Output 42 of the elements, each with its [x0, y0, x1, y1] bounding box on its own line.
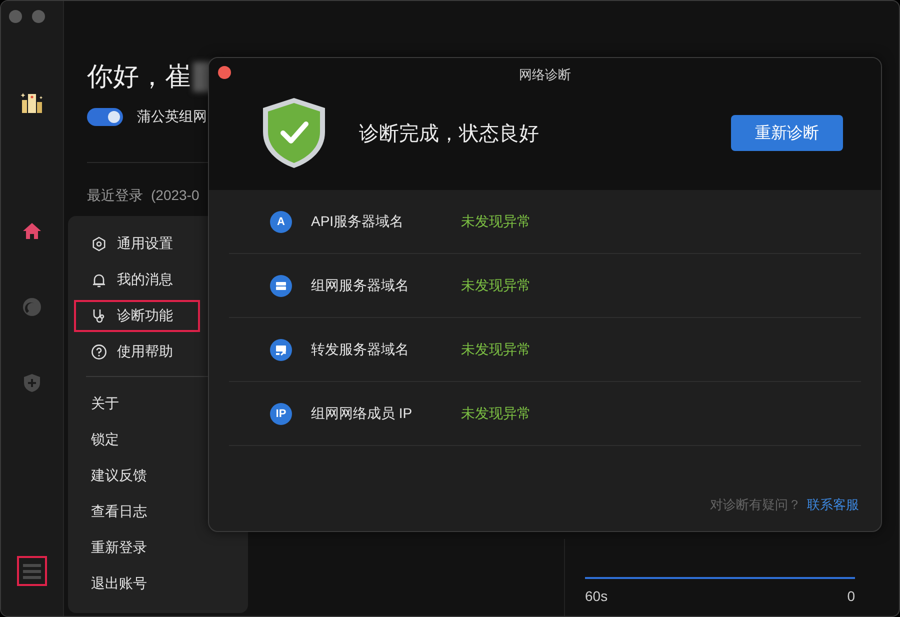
- letter-badge-icon: A: [270, 210, 292, 232]
- axis-label: 0: [847, 588, 855, 604]
- menu-item[interactable]: 重新登录: [68, 529, 248, 565]
- recent-login-label: 最近登录: [87, 187, 143, 205]
- home-icon[interactable]: [22, 221, 42, 241]
- settings-icon: [91, 236, 107, 252]
- shield-check-icon: [261, 96, 327, 170]
- check-result: 未发现异常: [461, 276, 531, 294]
- check-result: 未发现异常: [461, 404, 531, 422]
- check-name: API服务器域名: [311, 212, 405, 230]
- network-label: 蒲公英组网: [137, 108, 207, 126]
- close-icon[interactable]: [218, 66, 231, 79]
- check-result: 未发现异常: [461, 340, 531, 358]
- menu-item[interactable]: 通用设置: [74, 228, 200, 260]
- shield-plus-icon[interactable]: [22, 373, 42, 393]
- greeting: 你好，崔: [87, 60, 191, 93]
- check-name: 转发服务器域名: [311, 340, 410, 358]
- server-icon: [270, 274, 292, 296]
- menu-item[interactable]: 我的消息: [74, 264, 200, 296]
- status-message: 诊断完成，状态良好: [359, 122, 539, 146]
- circle-icon[interactable]: [22, 297, 42, 317]
- check-result: 未发现异常: [461, 212, 531, 230]
- help-icon: [91, 344, 107, 360]
- check-name: 组网服务器域名: [311, 276, 410, 294]
- menu-item[interactable]: 诊断功能: [74, 300, 200, 332]
- menu-icon: [23, 563, 41, 579]
- window-control-icon[interactable]: [9, 10, 22, 23]
- menu-item[interactable]: 退出账号: [68, 565, 248, 601]
- rediagnose-button[interactable]: 重新诊断: [731, 115, 843, 151]
- window-control-icon[interactable]: [32, 10, 45, 23]
- stethoscope-icon: [91, 308, 107, 324]
- dialog-title: 网络诊断: [519, 66, 571, 84]
- axis-label: 60s: [585, 588, 608, 604]
- check-name: 组网网络成员 IP: [311, 404, 414, 422]
- menu-button[interactable]: [17, 556, 47, 586]
- letter-badge-icon: IP: [270, 402, 292, 424]
- contact-support-link[interactable]: 联系客服: [807, 496, 859, 514]
- menu-item[interactable]: 使用帮助: [74, 336, 200, 368]
- toggle-switch[interactable]: [87, 108, 123, 126]
- recent-login-date: (2023-0: [151, 187, 200, 205]
- bell-icon: [91, 272, 107, 288]
- help-prompt: 对诊断有疑问？: [710, 496, 801, 514]
